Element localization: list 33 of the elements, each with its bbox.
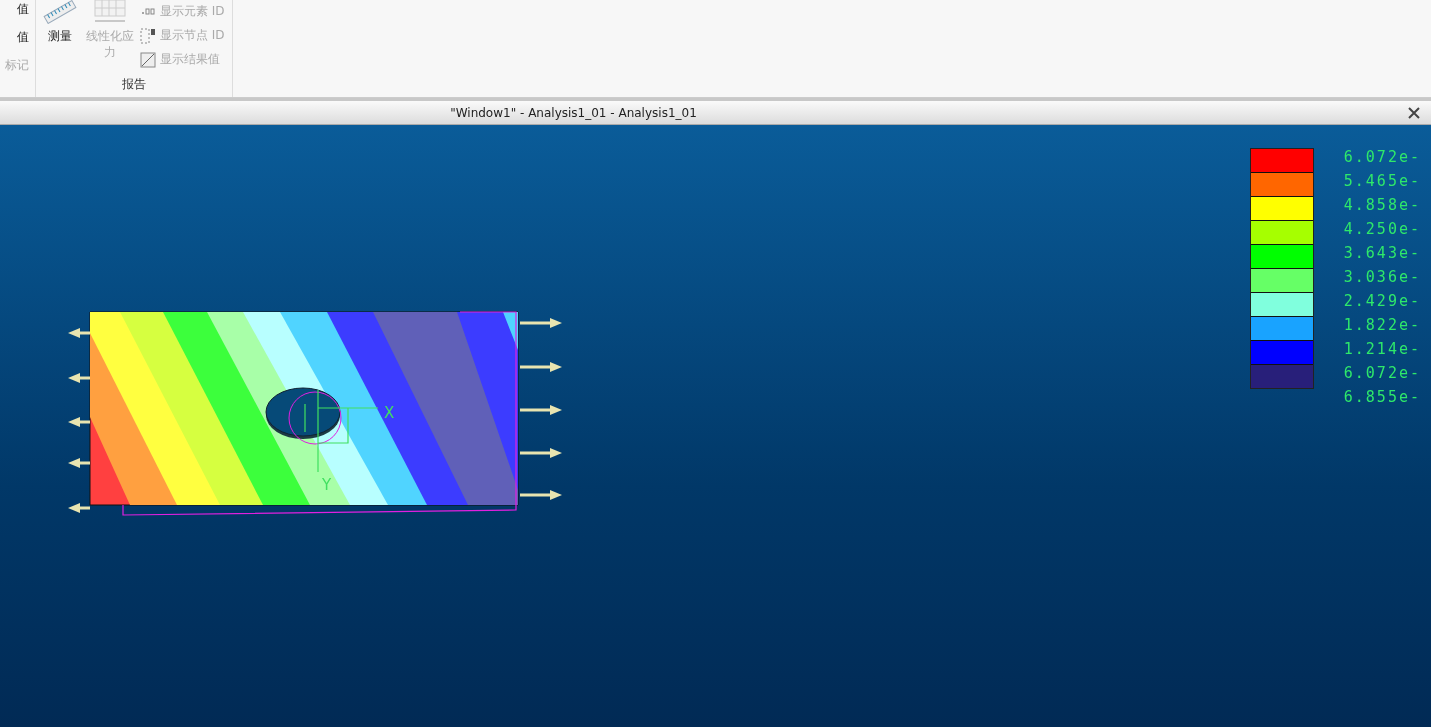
- legend-value: 2.429e-: [1343, 291, 1421, 312]
- group-label: 报告: [122, 76, 146, 93]
- load-arrow-icon: [520, 405, 562, 415]
- legend-value: 1.822e-: [1343, 315, 1421, 336]
- legend-value: 1.214e-: [1343, 339, 1421, 360]
- legend-value: 6.072e-: [1343, 147, 1421, 168]
- load-arrow-icon: [68, 328, 90, 338]
- load-arrow-icon: [68, 417, 90, 427]
- load-arrow-icon: [520, 318, 562, 328]
- result-value-icon: [140, 51, 156, 68]
- legend-value: 5.465e-: [1343, 171, 1421, 192]
- axis-label: Y: [322, 476, 332, 494]
- ribbon-label[interactable]: 值: [17, 0, 29, 18]
- legend-value: 4.858e-: [1343, 195, 1421, 216]
- load-arrow-icon: [68, 458, 90, 468]
- legend-value: 3.036e-: [1343, 267, 1421, 288]
- load-arrow-icon: [520, 490, 562, 500]
- ribbon-label[interactable]: 值: [17, 28, 29, 46]
- load-arrow-icon: [520, 362, 562, 372]
- legend-value: 6.072e-: [1343, 363, 1421, 384]
- legend-value: 4.250e-: [1343, 219, 1421, 240]
- close-button[interactable]: [1407, 105, 1421, 120]
- axis-label: X: [384, 404, 395, 422]
- ribbon-button[interactable]: 测量: [40, 0, 80, 76]
- node-number-icon: [140, 27, 156, 44]
- decimal-icon: [140, 8, 156, 15]
- load-arrow-icon: [520, 448, 562, 458]
- legend-value: 3.643e-: [1343, 243, 1421, 264]
- coordinate-axes-icon: [304, 389, 379, 473]
- load-arrow-icon: [68, 503, 90, 513]
- legend-value: 6.855e-: [1343, 387, 1421, 408]
- window-title: "Window1" - Analysis1_01 - Analysis1_01: [449, 105, 698, 120]
- load-arrow-icon: [68, 373, 90, 383]
